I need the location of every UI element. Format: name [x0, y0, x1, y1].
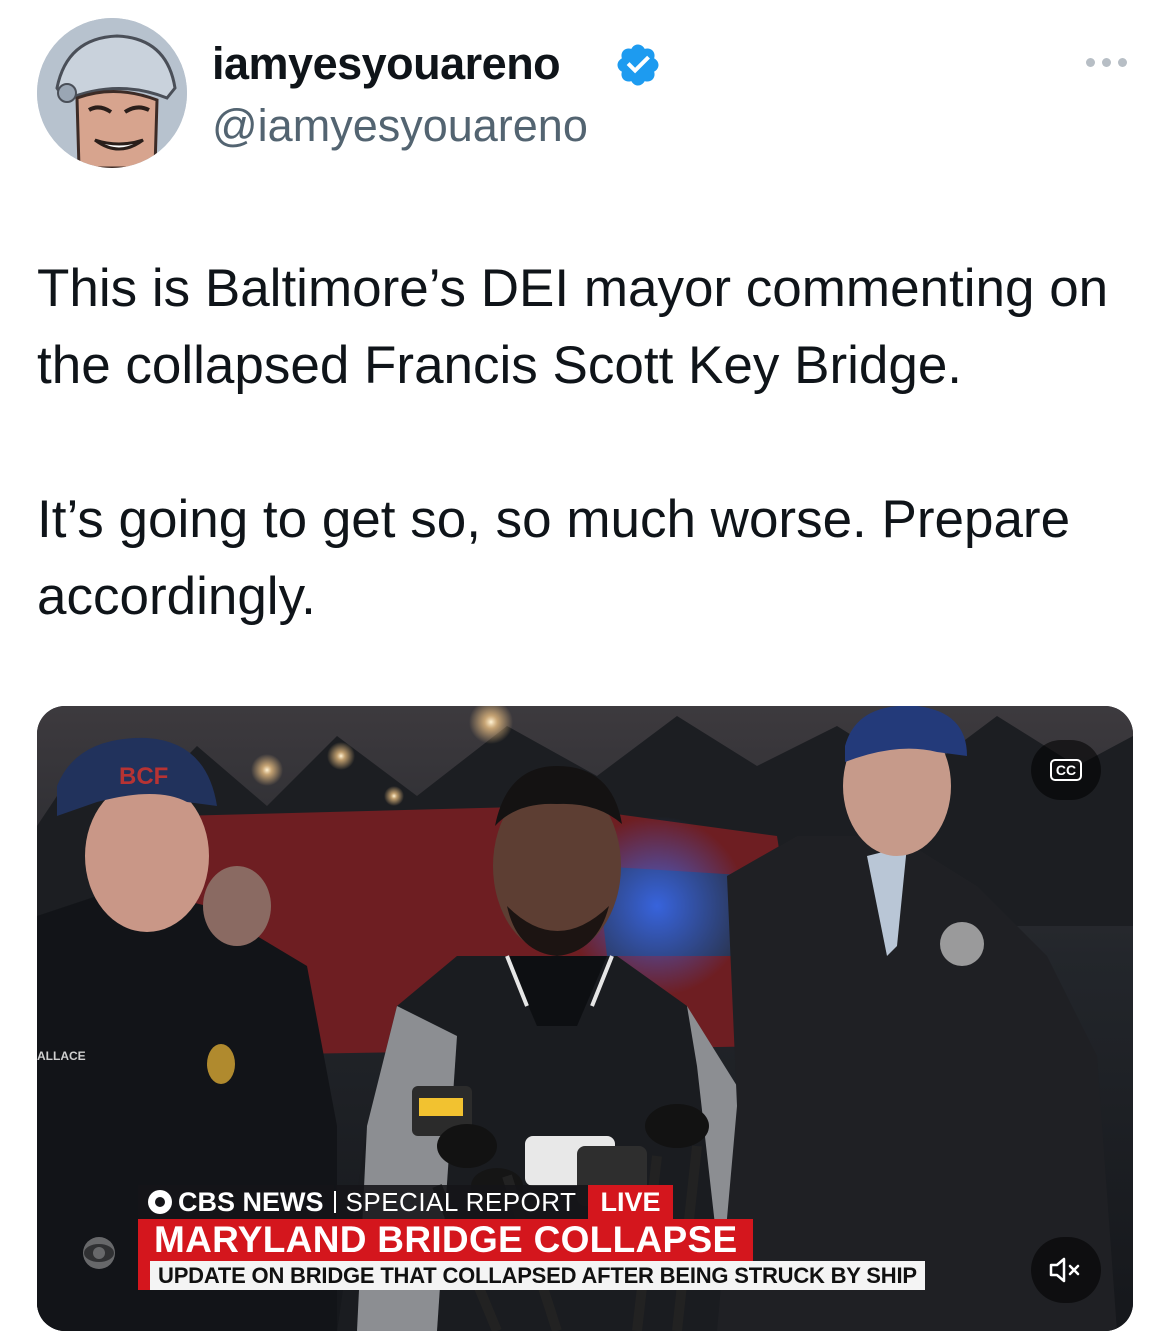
more-dot-icon: [1117, 57, 1127, 67]
more-options-button[interactable]: [1078, 48, 1134, 76]
cc-icon: CC: [1049, 759, 1083, 781]
tweet-paragraph: It’s going to get so, so much worse. Pre…: [37, 490, 1071, 626]
brand-text: CBS NEWS: [178, 1187, 324, 1217]
live-badge: LIVE: [588, 1185, 673, 1219]
verified-badge-icon[interactable]: [614, 41, 662, 89]
author-avatar[interactable]: [37, 18, 187, 168]
speaker-muted-icon: [1049, 1257, 1080, 1283]
lower-third-accent: [138, 1261, 150, 1290]
author-display-name[interactable]: iamyesyouareno: [212, 36, 561, 92]
cbs-news-brand: CBS NEWS: [138, 1185, 334, 1219]
cbs-watermark-icon: [83, 1237, 115, 1269]
lower-third-subline: UPDATE ON BRIDGE THAT COLLAPSED AFTER BE…: [150, 1261, 925, 1290]
cap-text: BCF: [119, 763, 168, 790]
tweet: iamyesyouareno @iamyesyouareno This is B…: [0, 0, 1170, 1331]
lower-third-top: CBS NEWS SPECIAL REPORT LIVE: [138, 1185, 673, 1219]
more-dot-icon: [1101, 57, 1111, 67]
tweet-text: This is Baltimore’s DEI mayor commenting…: [37, 250, 1137, 635]
mute-button[interactable]: [1031, 1237, 1101, 1303]
avatar-image: [37, 18, 187, 168]
author-handle[interactable]: @iamyesyouareno: [212, 98, 588, 154]
segment-label: SPECIAL REPORT: [335, 1185, 589, 1219]
lower-third-headline: MARYLAND BRIDGE COLLAPSE: [138, 1219, 754, 1261]
more-dot-icon: [1085, 57, 1095, 67]
cbs-eye-icon: [148, 1190, 172, 1214]
jacket-text: ALLACE: [37, 1049, 86, 1063]
captions-button[interactable]: CC: [1031, 740, 1101, 800]
tweet-paragraph: This is Baltimore’s DEI mayor commenting…: [37, 259, 1109, 395]
